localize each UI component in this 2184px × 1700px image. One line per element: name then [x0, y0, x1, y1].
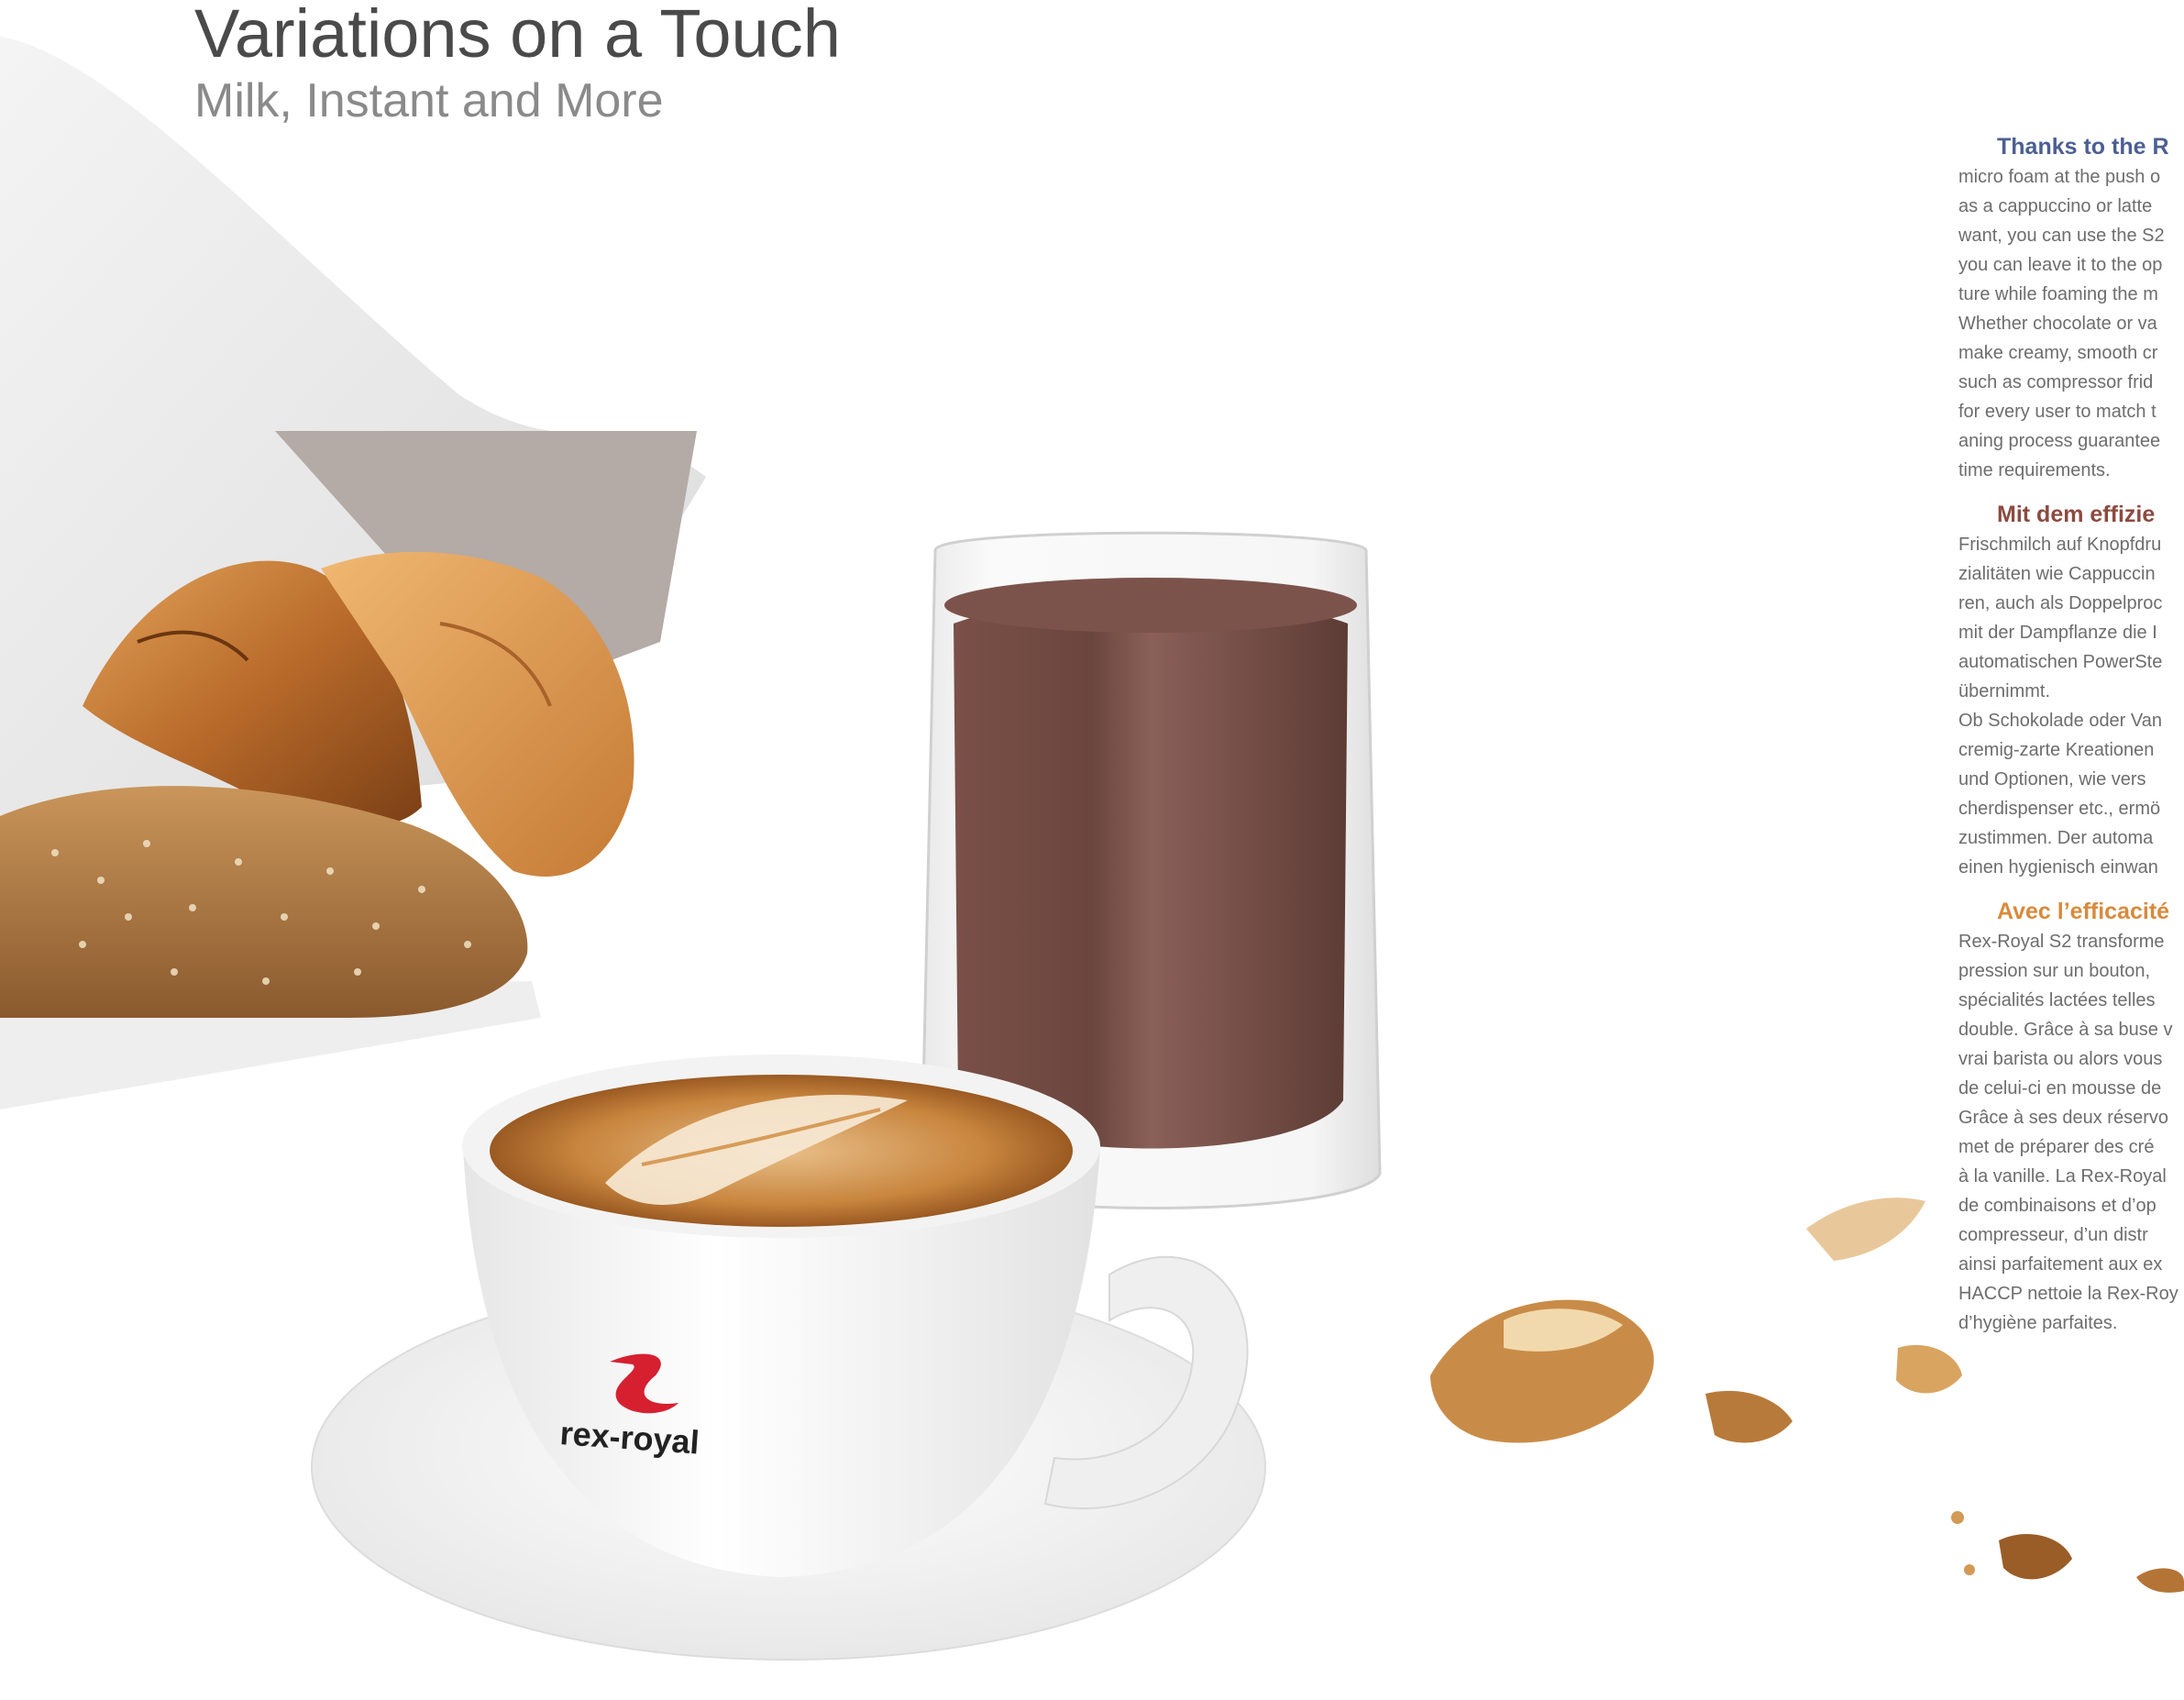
german-section: Mit dem effizie Frischmilch auf Knopfdru…: [1958, 502, 2184, 882]
body-line: automatischen PowerSte: [1958, 652, 2163, 672]
french-section: Avec l’efficacité Rex-Royal S2 transform…: [1958, 899, 2184, 1338]
body-line: HACCP nettoie la Rex-Roy: [1958, 1284, 2178, 1304]
body-line: d’hygiène parfaites.: [1958, 1313, 2118, 1333]
body-line: ture while foaming the m: [1958, 284, 2158, 304]
body-line: cherdispenser etc., ermö: [1958, 799, 2161, 819]
body-line: Frischmilch auf Knopfdru: [1958, 535, 2162, 555]
body-line: zialitäten wie Cappuccin: [1958, 564, 2156, 584]
body-line: Whether chocolate or va: [1958, 314, 2157, 334]
body-line: double. Grâce à sa buse v: [1958, 1020, 2173, 1040]
body-line: ainsi parfaitement aux ex: [1958, 1254, 2163, 1275]
body-line: Grâce à ses deux réservo: [1958, 1108, 2168, 1128]
body-line: met de préparer des cré: [1958, 1137, 2155, 1157]
body-line: zustimmen. Der automa: [1958, 828, 2154, 848]
body-line: mit der Dampflanze die I: [1958, 623, 2157, 643]
body-line: aning process guarantee: [1958, 431, 2161, 451]
body-line: compresseur, d’un distr: [1958, 1225, 2148, 1245]
body-line: à la vanille. La Rex-Royal: [1958, 1166, 2167, 1187]
body-line: spécialités lactées telles: [1958, 990, 2156, 1010]
body-line: einen hygienisch einwan: [1958, 857, 2158, 878]
body-line: make creamy, smooth cr: [1958, 343, 2158, 363]
body-line: vrai barista ou alors vous: [1958, 1049, 2163, 1069]
german-heading: Mit dem effizie: [1997, 502, 2156, 527]
french-heading: Avec l’efficacité: [1997, 899, 2170, 924]
body-line: und Optionen, wie vers: [1958, 769, 2146, 789]
seeded-roll: [0, 786, 528, 1018]
english-section: Thanks to the R micro foam at the push o…: [1958, 134, 2184, 485]
body-line: pression sur un bouton,: [1958, 961, 2151, 981]
body-line: time requirements.: [1958, 460, 2111, 480]
body-line: Ob Schokolade oder Van: [1958, 711, 2163, 731]
body-line: micro foam at the push o: [1958, 167, 2161, 187]
body-line: übernimmt.: [1958, 681, 2051, 701]
body-line: de combinaisons et d’op: [1958, 1196, 2156, 1216]
body-line: Rex-Royal S2 transforme: [1958, 932, 2165, 952]
body-line: want, you can use the S2: [1958, 226, 2165, 246]
product-photo: rex-royal: [0, 37, 2184, 1661]
body-line: ren, auch als Doppelproc: [1958, 593, 2163, 613]
body-line: for every user to match t: [1958, 402, 2156, 422]
text-column: Thanks to the R micro foam at the push o…: [1958, 130, 2184, 1354]
body-line: you can leave it to the op: [1958, 255, 2163, 275]
body-line: cremig-zarte Kreationen: [1958, 740, 2155, 760]
english-heading: Thanks to the R: [1997, 134, 2169, 160]
body-line: as a cappuccino or latte: [1958, 196, 2153, 216]
body-line: such as compressor frid: [1958, 372, 2154, 392]
body-line: de celui-ci en mousse de: [1958, 1078, 2162, 1098]
page-title: Variations on a Touch: [194, 0, 841, 72]
page-subtitle: Milk, Instant and More: [194, 74, 664, 127]
